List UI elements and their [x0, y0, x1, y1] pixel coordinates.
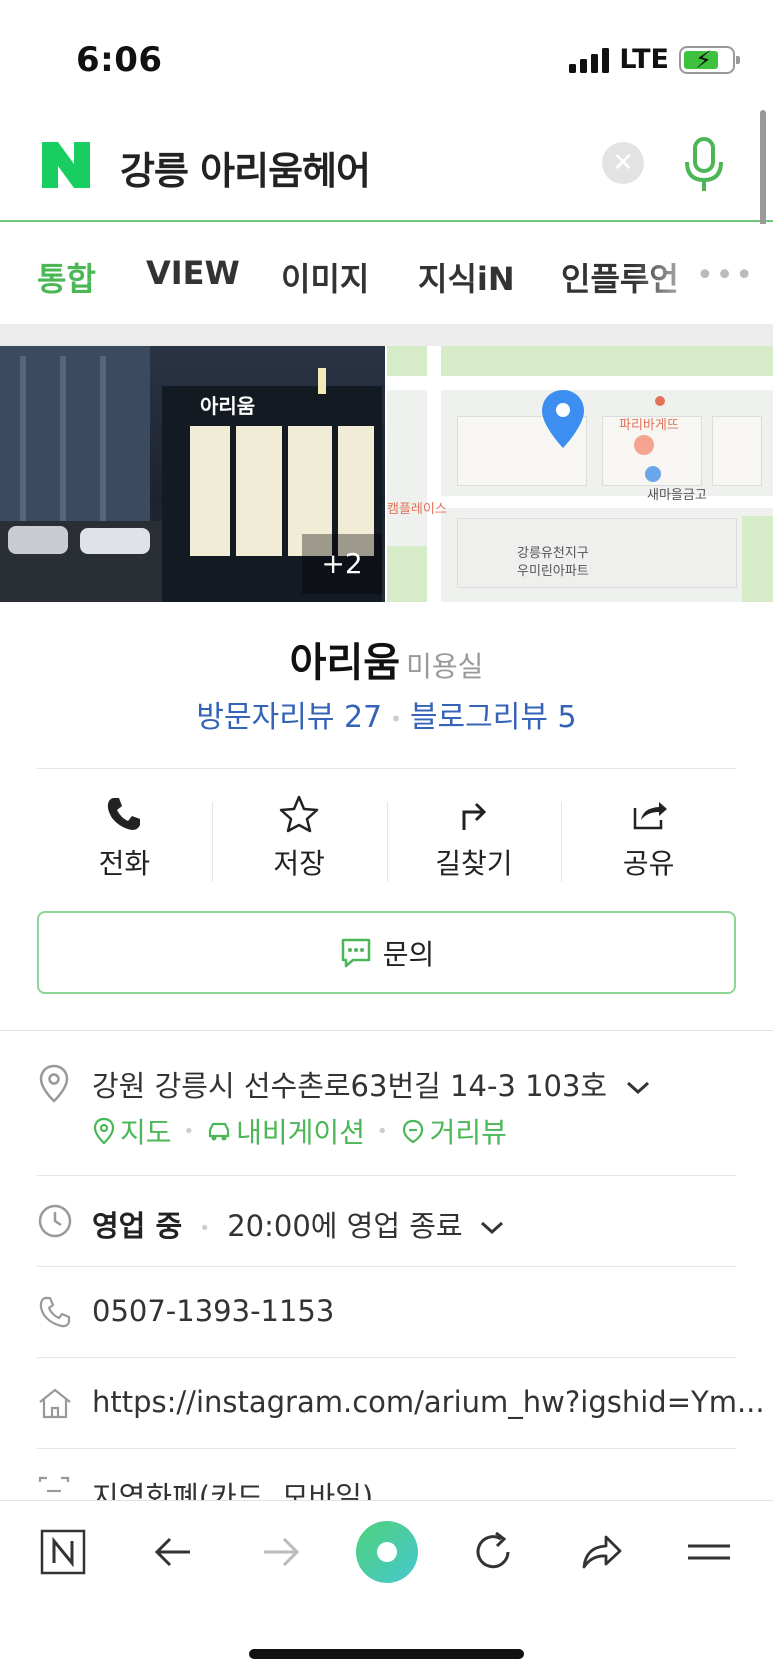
star-icon [279, 795, 319, 833]
call-button[interactable]: 전화 [37, 790, 212, 890]
search-tabs: 통합 VIEW 이미지 지식iN 인플루언 ••• [0, 224, 773, 324]
map-label-place: 캠플레이스 [387, 502, 447, 517]
status-icons: LTE ⚡ [569, 44, 740, 75]
map-label-bakery: 파리바게뜨 [619, 418, 679, 433]
save-button[interactable]: 저장 [211, 790, 387, 890]
place-category: 미용실 [406, 650, 484, 683]
inquiry-button[interactable]: 문의 [37, 911, 736, 994]
more-icon[interactable]: ••• [696, 258, 755, 293]
map-thumbnail[interactable]: 파리바게뜨 새마을금고 캠플레이스 강릉유천지구 우미린아파트 [387, 346, 773, 602]
address-sublinks: 지도 • 내비게이션 • 거리뷰 [92, 1111, 507, 1151]
homepage-link[interactable]: https://instagram.com/arium_hw?igshid=Ym… [92, 1385, 765, 1419]
pin-icon [93, 1117, 115, 1145]
place-name: 아리움 [289, 640, 401, 686]
divider [0, 324, 773, 346]
closing-time: 20:00에 영업 종료 [227, 1209, 463, 1243]
open-status: 영업 중 [92, 1209, 183, 1243]
back-arrow-icon[interactable] [150, 1529, 196, 1575]
divider [37, 1448, 736, 1449]
share-icon [633, 802, 667, 830]
divider [37, 768, 736, 769]
map-label-bank: 새마을금고 [647, 488, 707, 503]
directions-button[interactable]: 길찾기 [386, 790, 562, 890]
visitor-review-link[interactable]: 방문자리뷰 27 [196, 700, 382, 735]
phone-row: 0507-1393-1153 [37, 1294, 736, 1334]
chat-icon [341, 938, 370, 967]
tab-integrated[interactable]: 통합 [37, 254, 96, 300]
blog-review-link[interactable]: 블로그리뷰 5 [410, 700, 577, 735]
store-sign: 아리움 [200, 394, 256, 418]
map-poi-icon [634, 435, 654, 455]
share-button[interactable]: 공유 [561, 790, 736, 890]
car-icon [209, 1122, 230, 1141]
map-label-apartment: 우미린아파트 [517, 564, 589, 579]
forward-arrow-icon[interactable] [258, 1529, 304, 1575]
clear-icon[interactable]: ✕ [602, 142, 644, 184]
location-pin-icon [542, 390, 584, 448]
divider [37, 1357, 736, 1358]
store-photo[interactable]: 아리움 +2 [0, 346, 385, 602]
phone-number[interactable]: 0507-1393-1153 [92, 1294, 334, 1328]
battery-icon: ⚡ [679, 45, 740, 74]
place-title: 아리움 미용실 [0, 630, 773, 688]
chevron-down-icon[interactable] [624, 1078, 652, 1098]
divider [37, 1266, 736, 1267]
street-view-icon [402, 1119, 423, 1144]
naver-logo[interactable] [40, 140, 92, 190]
menu-icon[interactable] [686, 1529, 732, 1575]
street-view-link[interactable]: 거리뷰 [400, 1111, 507, 1151]
browser-toolbar [0, 1500, 773, 1674]
share-arrow-icon[interactable] [578, 1529, 624, 1575]
clock: 6:06 [76, 40, 163, 80]
network-label: LTE [619, 44, 669, 75]
mic-icon[interactable] [682, 136, 726, 194]
address-text[interactable]: 강원 강릉시 선수촌로63번길 14-3 103호 [92, 1063, 652, 1105]
action-bar: 전화 저장 길찾기 공유 [37, 790, 736, 890]
map-label-district: 강릉유천지구 [517, 546, 589, 561]
map-poi-dot [655, 396, 665, 406]
review-links: 방문자리뷰 27 • 블로그리뷰 5 [196, 700, 577, 735]
chevron-down-icon[interactable] [478, 1218, 506, 1238]
home-icon [39, 1388, 71, 1419]
refresh-icon[interactable] [470, 1529, 516, 1575]
location-icon [39, 1064, 69, 1103]
hours-row: 영업 중 • 20:00에 영업 종료 [37, 1203, 736, 1243]
naver-home-icon[interactable] [40, 1529, 86, 1575]
green-dot-button[interactable] [354, 1519, 420, 1585]
hours-text[interactable]: 영업 중 • 20:00에 영업 종료 [92, 1203, 506, 1245]
search-bar: 강릉 아리움헤어 ✕ [0, 110, 773, 222]
status-bar: 6:06 LTE ⚡ [0, 0, 773, 110]
divider [0, 1030, 773, 1031]
tab-view[interactable]: VIEW [146, 254, 240, 292]
address-row: 강원 강릉시 선수촌로63번길 14-3 103호 지도 • 내비게이션 • 거… [37, 1063, 736, 1163]
home-indicator[interactable] [249, 1649, 524, 1659]
divider [37, 1175, 736, 1176]
homepage-row: https://instagram.com/arium_hw?igshid=Ym… [37, 1385, 765, 1425]
tab-knowledge-in[interactable]: 지식iN [418, 254, 515, 300]
navigation-link[interactable]: 내비게이션 [206, 1111, 365, 1151]
clock-icon [38, 1204, 72, 1238]
map-poi-icon [645, 466, 661, 482]
phone-outline-icon [39, 1296, 71, 1328]
more-photos-badge[interactable]: +2 [302, 534, 382, 594]
tab-images[interactable]: 이미지 [281, 254, 369, 300]
signal-icon [569, 47, 610, 73]
phone-icon [108, 798, 141, 830]
search-input[interactable]: 강릉 아리움헤어 [120, 140, 371, 195]
directions-icon [462, 802, 486, 830]
map-link[interactable]: 지도 [92, 1111, 172, 1151]
